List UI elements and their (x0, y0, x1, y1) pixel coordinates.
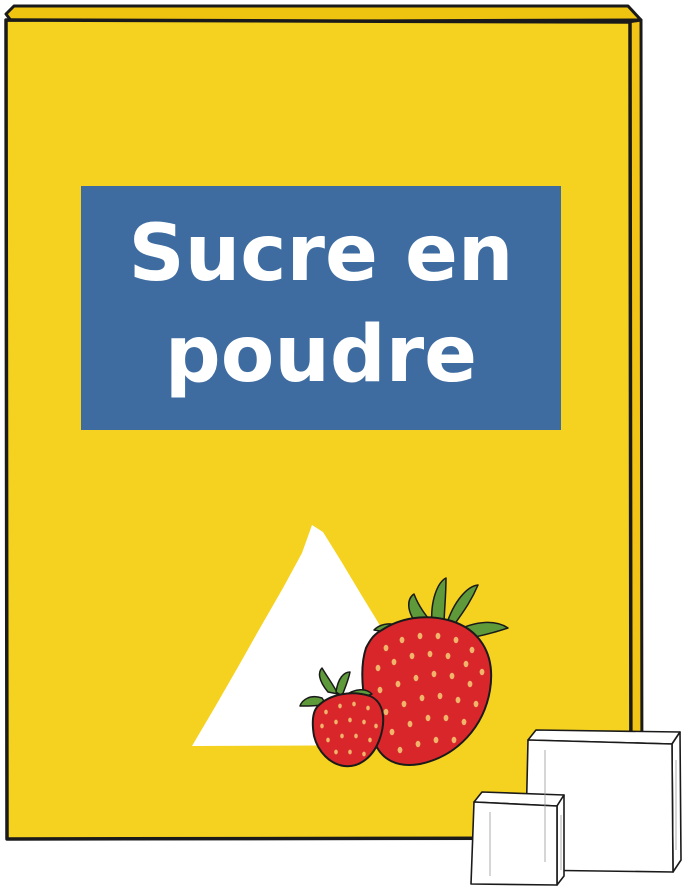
sugar-box-illustration: Sucre en poudre (4, 4, 682, 886)
label-line-2: poudre (165, 310, 477, 400)
label-line-1: Sucre en (129, 209, 514, 299)
